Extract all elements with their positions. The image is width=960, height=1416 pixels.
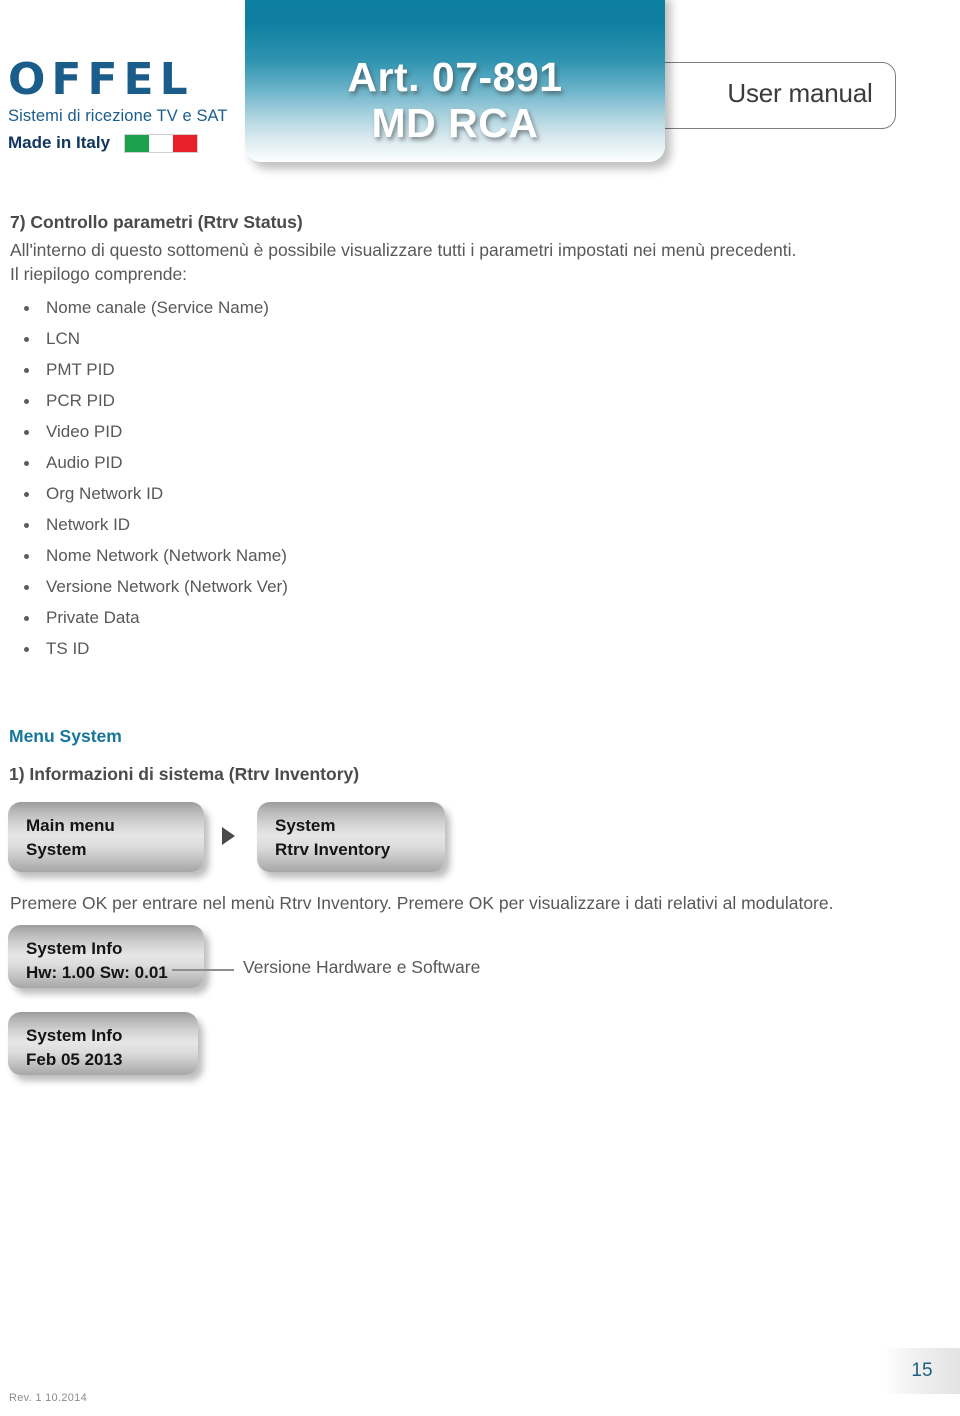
brand-name: OFFEL <box>8 54 194 105</box>
made-in-italy-label: Made in Italy <box>8 133 111 152</box>
article-model: MD RCA <box>371 100 539 146</box>
lcd-line-1: System <box>275 816 336 835</box>
list-item: Private Data <box>22 602 542 633</box>
intro-paragraph-line-1: All'interno di questo sottomenù è possib… <box>10 240 797 260</box>
list-item: LCN <box>22 323 542 354</box>
page-header: User manual Art. 07-891 MD RCA OFFEL Sis… <box>0 0 960 190</box>
lcd-line-2: System <box>26 840 87 859</box>
manual-page: User manual Art. 07-891 MD RCA OFFEL Sis… <box>0 0 960 1416</box>
made-in-italy: Made in Italy <box>8 133 199 153</box>
list-item: Audio PID <box>22 447 542 478</box>
flag-stripe-red <box>173 134 198 152</box>
lcd-screen-system-info-version: System Info Hw: 1.00 Sw: 0.01 <box>8 925 204 988</box>
lcd-line-1: System Info <box>26 1026 123 1045</box>
article-banner: Art. 07-891 MD RCA <box>245 0 665 162</box>
list-item: Org Network ID <box>22 478 542 509</box>
list-item: PMT PID <box>22 354 542 385</box>
page-number: 15 <box>911 1360 933 1381</box>
instruction-note: Premere OK per entrare nel menù Rtrv Inv… <box>10 893 834 913</box>
arrow-right-icon <box>222 827 235 845</box>
list-item: Video PID <box>22 416 542 447</box>
lcd-screen-rtrv-inventory: System Rtrv Inventory <box>257 802 445 872</box>
flag-stripe-green <box>125 134 150 152</box>
user-manual-label: User manual <box>727 78 873 108</box>
offel-logo: OFFEL Sistemi di ricezione TV e SAT <box>8 58 238 126</box>
callout-label: Versione Hardware e Software <box>243 957 481 977</box>
callout-connector-line <box>172 969 234 971</box>
revision-text: Rev. 1 10.2014 <box>9 1392 87 1404</box>
section-title: 7) Controllo parametri (Rtrv Status) <box>10 212 303 232</box>
list-item: Versione Network (Network Ver) <box>22 571 542 602</box>
step-title: 1) Informazioni di sistema (Rtrv Invento… <box>9 764 360 784</box>
lcd-line-1: Main menu <box>26 816 115 835</box>
article-code: Art. 07-891 <box>347 54 563 100</box>
lcd-screen-main-menu: Main menu System <box>8 802 204 872</box>
list-item: Nome Network (Network Name) <box>22 540 542 571</box>
lcd-line-2: Rtrv Inventory <box>275 840 391 859</box>
parameter-list: Nome canale (Service Name) LCN PMT PID P… <box>22 292 542 664</box>
lcd-line-1: System Info <box>26 939 123 958</box>
italian-flag-icon <box>124 133 199 153</box>
menu-system-heading: Menu System <box>9 726 122 746</box>
list-item: TS ID <box>22 633 542 664</box>
lcd-line-2: Hw: 1.00 Sw: 0.01 <box>26 963 168 982</box>
flag-stripe-white <box>149 134 174 152</box>
list-item: Network ID <box>22 509 542 540</box>
lcd-line-2: Feb 05 2013 <box>26 1050 123 1069</box>
lcd-screen-system-info-date: System Info Feb 05 2013 <box>8 1012 198 1075</box>
list-item: PCR PID <box>22 385 542 416</box>
intro-paragraph-line-2: Il riepilogo comprende: <box>10 264 188 284</box>
list-item: Nome canale (Service Name) <box>22 292 542 323</box>
brand-tagline: Sistemi di ricezione TV e SAT <box>8 107 228 125</box>
page-number-box: 15 <box>884 1348 960 1394</box>
